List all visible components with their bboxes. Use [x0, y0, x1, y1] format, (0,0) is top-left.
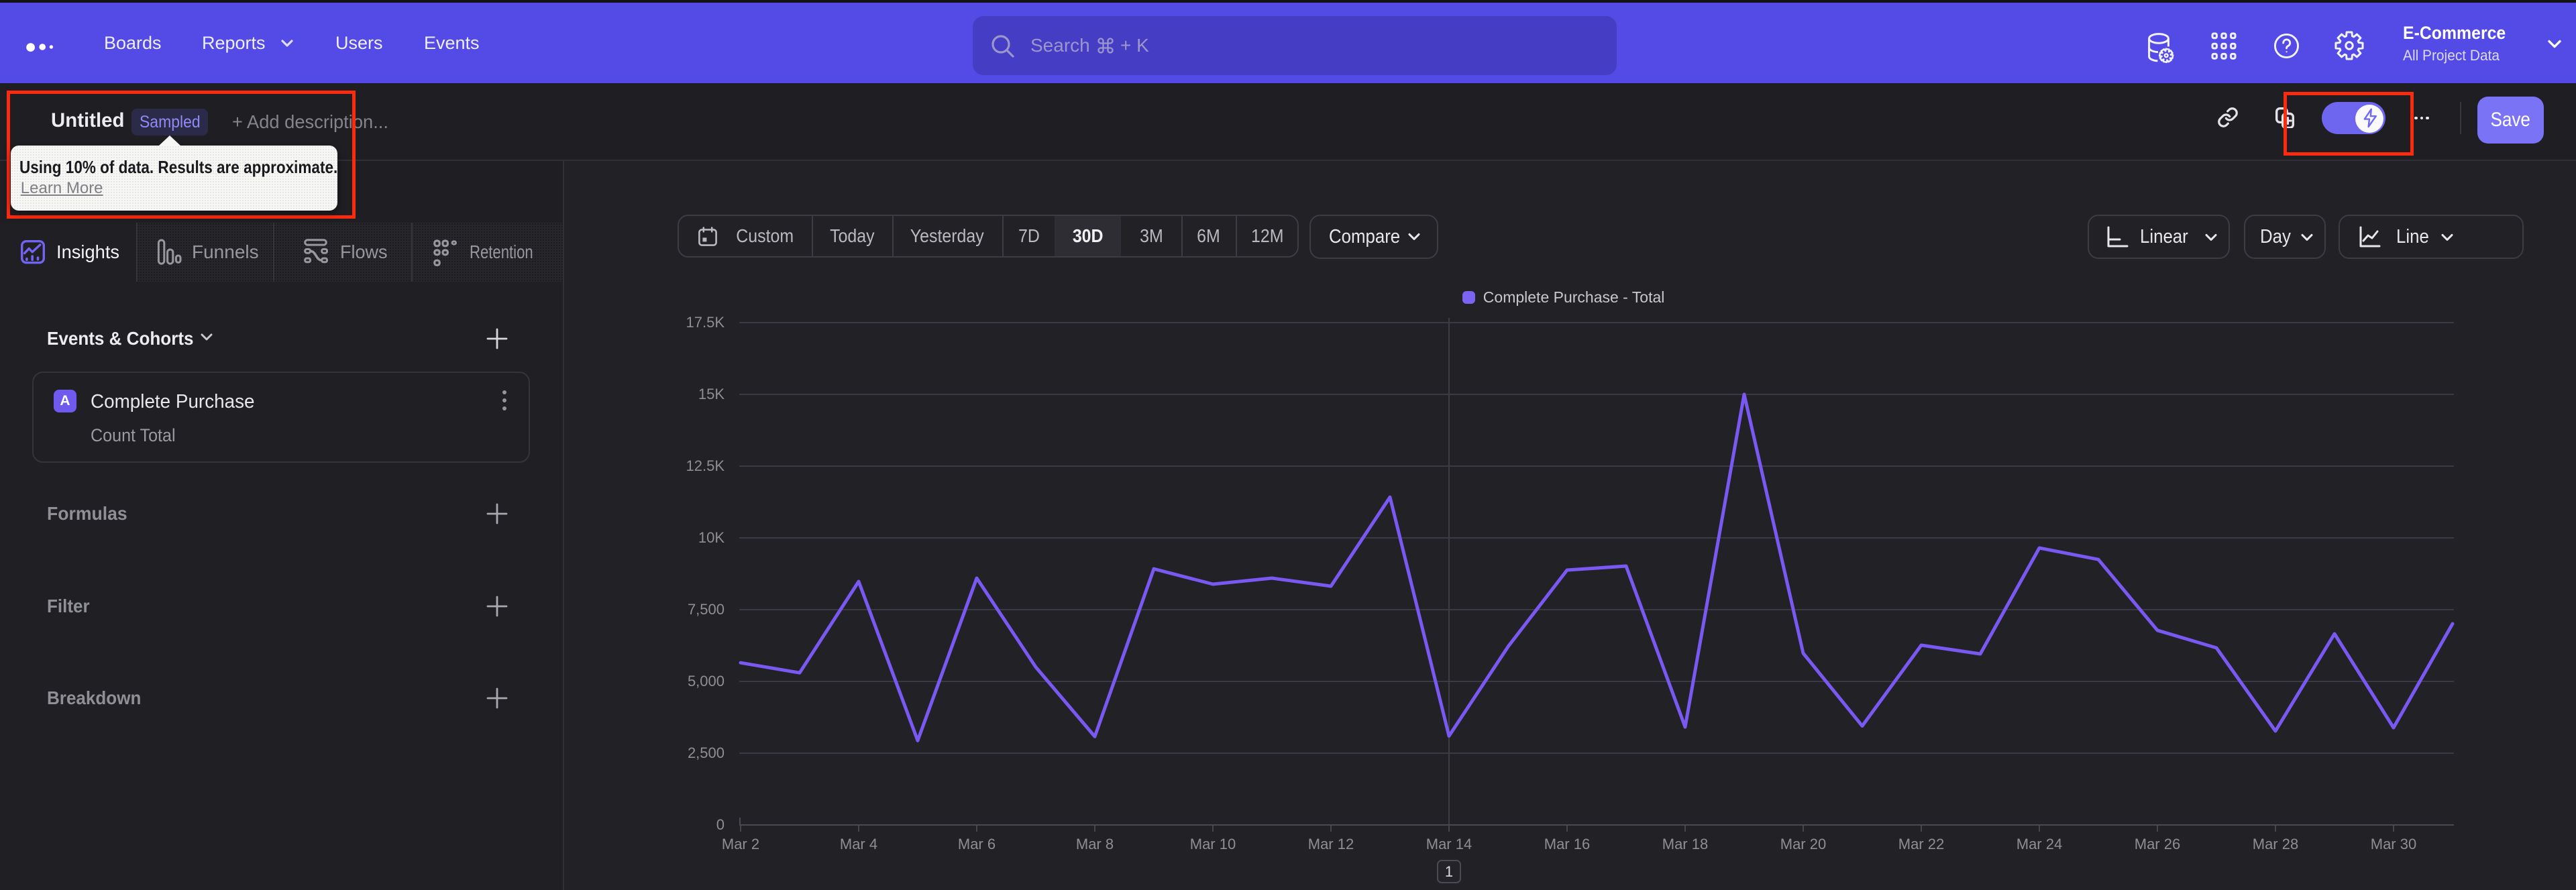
svg-text:5,000: 5,000 [688, 673, 724, 689]
svg-text:10K: 10K [698, 529, 724, 546]
svg-text:0: 0 [716, 816, 724, 833]
svg-text:Mar 10: Mar 10 [1190, 836, 1236, 852]
svg-text:17.5K: 17.5K [686, 314, 725, 331]
svg-text:Mar 28: Mar 28 [2253, 836, 2298, 852]
svg-text:Mar 18: Mar 18 [1662, 836, 1708, 852]
svg-text:Mar 24: Mar 24 [2017, 836, 2062, 852]
svg-text:12.5K: 12.5K [686, 457, 725, 474]
svg-text:Mar 30: Mar 30 [2371, 836, 2416, 852]
svg-text:Mar 4: Mar 4 [840, 836, 877, 852]
svg-text:Mar 8: Mar 8 [1076, 836, 1114, 852]
svg-text:Complete Purchase - Total: Complete Purchase - Total [1483, 288, 1665, 306]
svg-text:7,500: 7,500 [688, 601, 724, 618]
svg-text:1: 1 [1445, 863, 1453, 880]
svg-text:15K: 15K [698, 386, 724, 402]
svg-text:Mar 16: Mar 16 [1544, 836, 1590, 852]
svg-text:Mar 22: Mar 22 [1898, 836, 1944, 852]
svg-text:Mar 6: Mar 6 [958, 836, 996, 852]
svg-text:Mar 12: Mar 12 [1308, 836, 1354, 852]
svg-text:Mar 14: Mar 14 [1426, 836, 1472, 852]
svg-text:2,500: 2,500 [688, 744, 724, 761]
svg-text:Mar 2: Mar 2 [722, 836, 759, 852]
svg-text:Mar 20: Mar 20 [1780, 836, 1826, 852]
svg-text:Mar 26: Mar 26 [2135, 836, 2180, 852]
